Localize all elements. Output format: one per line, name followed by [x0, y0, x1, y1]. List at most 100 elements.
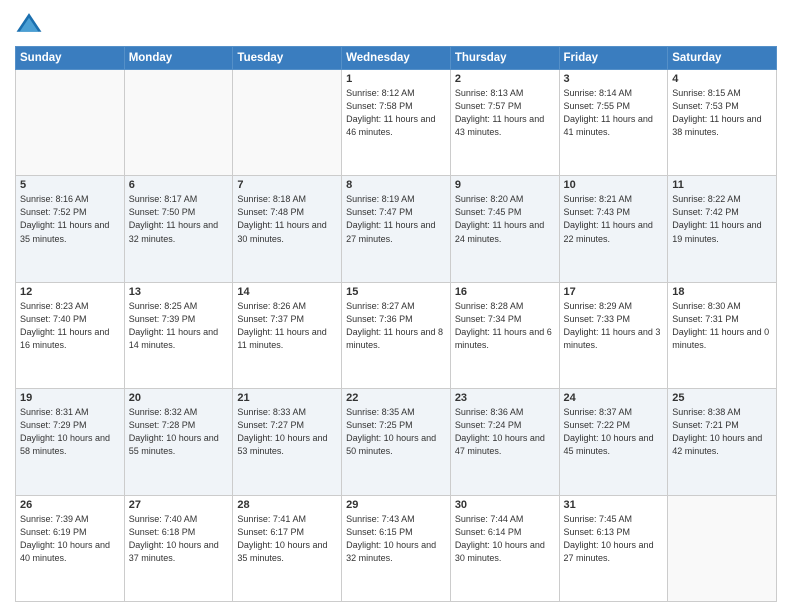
calendar-cell: 21 Sunrise: 8:33 AM Sunset: 7:27 PM Dayli…: [233, 389, 342, 495]
day-info: Sunrise: 8:38 AM Sunset: 7:21 PM Dayligh…: [672, 406, 772, 458]
calendar-week-row: 12 Sunrise: 8:23 AM Sunset: 7:40 PM Dayli…: [16, 282, 777, 388]
calendar-cell: [16, 70, 125, 176]
calendar-cell: 16 Sunrise: 8:28 AM Sunset: 7:34 PM Dayli…: [450, 282, 559, 388]
day-number: 15: [346, 286, 446, 298]
calendar-cell: 9Sunrise: 8:20 AM Sunset: 7:45 PM Daylig…: [450, 176, 559, 282]
day-number: 23: [455, 392, 555, 404]
day-info: Sunrise: 8:26 AM Sunset: 7:37 PM Dayligh…: [237, 300, 337, 352]
calendar-cell: 10Sunrise: 8:21 AM Sunset: 7:43 PM Dayli…: [559, 176, 668, 282]
day-info: Sunrise: 8:21 AM Sunset: 7:43 PM Dayligh…: [564, 193, 664, 245]
calendar-cell: 25 Sunrise: 8:38 AM Sunset: 7:21 PM Dayli…: [668, 389, 777, 495]
day-info: Sunrise: 8:35 AM Sunset: 7:25 PM Dayligh…: [346, 406, 446, 458]
col-header-wednesday: Wednesday: [342, 47, 451, 70]
day-number: 22: [346, 392, 446, 404]
calendar-cell: 31 Sunrise: 7:45 AM Sunset: 6:13 PM Dayli…: [559, 495, 668, 601]
day-info: Sunrise: 8:36 AM Sunset: 7:24 PM Dayligh…: [455, 406, 555, 458]
calendar-week-row: 19Sunrise: 8:31 AM Sunset: 7:29 PM Dayli…: [16, 389, 777, 495]
day-number: 14: [237, 286, 337, 298]
day-info: Sunrise: 8:25 AM Sunset: 7:39 PM Dayligh…: [129, 300, 229, 352]
calendar-cell: 23 Sunrise: 8:36 AM Sunset: 7:24 PM Dayli…: [450, 389, 559, 495]
day-number: 24: [564, 392, 664, 404]
header: [15, 10, 777, 38]
calendar-cell: 15 Sunrise: 8:27 AM Sunset: 7:36 PM Dayli…: [342, 282, 451, 388]
day-number: 30: [455, 499, 555, 511]
calendar-cell: 22 Sunrise: 8:35 AM Sunset: 7:25 PM Dayli…: [342, 389, 451, 495]
calendar-cell: [668, 495, 777, 601]
day-info: Sunrise: 7:41 AM Sunset: 6:17 PM Dayligh…: [237, 513, 337, 565]
logo: [15, 10, 47, 38]
calendar-cell: 3 Sunrise: 8:14 AM Sunset: 7:55 PM Daylig…: [559, 70, 668, 176]
day-info: Sunrise: 8:16 AM Sunset: 7:52 PM Dayligh…: [20, 193, 120, 245]
calendar-cell: 20 Sunrise: 8:32 AM Sunset: 7:28 PM Dayli…: [124, 389, 233, 495]
calendar-cell: 2 Sunrise: 8:13 AM Sunset: 7:57 PM Daylig…: [450, 70, 559, 176]
col-header-thursday: Thursday: [450, 47, 559, 70]
day-info: Sunrise: 8:23 AM Sunset: 7:40 PM Dayligh…: [20, 300, 120, 352]
calendar-cell: 19Sunrise: 8:31 AM Sunset: 7:29 PM Dayli…: [16, 389, 125, 495]
calendar-cell: 14 Sunrise: 8:26 AM Sunset: 7:37 PM Dayli…: [233, 282, 342, 388]
calendar-cell: 28 Sunrise: 7:41 AM Sunset: 6:17 PM Dayli…: [233, 495, 342, 601]
day-number: 16: [455, 286, 555, 298]
day-info: Sunrise: 8:15 AM Sunset: 7:53 PM Dayligh…: [672, 87, 772, 139]
col-header-tuesday: Tuesday: [233, 47, 342, 70]
day-info: Sunrise: 7:40 AM Sunset: 6:18 PM Dayligh…: [129, 513, 229, 565]
day-number: 3: [564, 73, 664, 85]
calendar-cell: 18 Sunrise: 8:30 AM Sunset: 7:31 PM Dayli…: [668, 282, 777, 388]
day-info: Sunrise: 8:33 AM Sunset: 7:27 PM Dayligh…: [237, 406, 337, 458]
day-number: 20: [129, 392, 229, 404]
day-number: 9: [455, 179, 555, 191]
calendar-cell: 6Sunrise: 8:17 AM Sunset: 7:50 PM Daylig…: [124, 176, 233, 282]
col-header-saturday: Saturday: [668, 47, 777, 70]
day-info: Sunrise: 7:43 AM Sunset: 6:15 PM Dayligh…: [346, 513, 446, 565]
day-info: Sunrise: 8:18 AM Sunset: 7:48 PM Dayligh…: [237, 193, 337, 245]
day-info: Sunrise: 8:28 AM Sunset: 7:34 PM Dayligh…: [455, 300, 555, 352]
day-number: 8: [346, 179, 446, 191]
day-number: 13: [129, 286, 229, 298]
day-number: 29: [346, 499, 446, 511]
day-number: 12: [20, 286, 120, 298]
logo-icon: [15, 10, 43, 38]
col-header-friday: Friday: [559, 47, 668, 70]
day-number: 18: [672, 286, 772, 298]
day-number: 17: [564, 286, 664, 298]
calendar-cell: 11 Sunrise: 8:22 AM Sunset: 7:42 PM Dayli…: [668, 176, 777, 282]
calendar-cell: 30 Sunrise: 7:44 AM Sunset: 6:14 PM Dayli…: [450, 495, 559, 601]
calendar-cell: 29 Sunrise: 7:43 AM Sunset: 6:15 PM Dayli…: [342, 495, 451, 601]
day-info: Sunrise: 8:19 AM Sunset: 7:47 PM Dayligh…: [346, 193, 446, 245]
day-number: 28: [237, 499, 337, 511]
calendar-week-row: 26 Sunrise: 7:39 AM Sunset: 6:19 PM Dayli…: [16, 495, 777, 601]
calendar-cell: 5Sunrise: 8:16 AM Sunset: 7:52 PM Daylig…: [16, 176, 125, 282]
day-info: Sunrise: 7:39 AM Sunset: 6:19 PM Dayligh…: [20, 513, 120, 565]
day-number: 2: [455, 73, 555, 85]
day-number: 25: [672, 392, 772, 404]
day-number: 7: [237, 179, 337, 191]
calendar-cell: 17Sunrise: 8:29 AM Sunset: 7:33 PM Dayli…: [559, 282, 668, 388]
col-header-monday: Monday: [124, 47, 233, 70]
day-number: 4: [672, 73, 772, 85]
calendar-week-row: 1Sunrise: 8:12 AM Sunset: 7:58 PM Daylig…: [16, 70, 777, 176]
calendar-cell: 26 Sunrise: 7:39 AM Sunset: 6:19 PM Dayli…: [16, 495, 125, 601]
day-info: Sunrise: 8:31 AM Sunset: 7:29 PM Dayligh…: [20, 406, 120, 458]
day-number: 11: [672, 179, 772, 191]
day-number: 1: [346, 73, 446, 85]
page: SundayMondayTuesdayWednesdayThursdayFrid…: [0, 0, 792, 612]
day-info: Sunrise: 8:32 AM Sunset: 7:28 PM Dayligh…: [129, 406, 229, 458]
calendar-header-row: SundayMondayTuesdayWednesdayThursdayFrid…: [16, 47, 777, 70]
day-info: Sunrise: 8:13 AM Sunset: 7:57 PM Dayligh…: [455, 87, 555, 139]
day-number: 21: [237, 392, 337, 404]
day-info: Sunrise: 7:44 AM Sunset: 6:14 PM Dayligh…: [455, 513, 555, 565]
calendar-cell: 27Sunrise: 7:40 AM Sunset: 6:18 PM Dayli…: [124, 495, 233, 601]
day-info: Sunrise: 8:37 AM Sunset: 7:22 PM Dayligh…: [564, 406, 664, 458]
day-number: 31: [564, 499, 664, 511]
day-number: 26: [20, 499, 120, 511]
calendar-cell: 13 Sunrise: 8:25 AM Sunset: 7:39 PM Dayli…: [124, 282, 233, 388]
calendar-cell: 1Sunrise: 8:12 AM Sunset: 7:58 PM Daylig…: [342, 70, 451, 176]
day-info: Sunrise: 8:22 AM Sunset: 7:42 PM Dayligh…: [672, 193, 772, 245]
day-info: Sunrise: 8:27 AM Sunset: 7:36 PM Dayligh…: [346, 300, 446, 352]
day-info: Sunrise: 7:45 AM Sunset: 6:13 PM Dayligh…: [564, 513, 664, 565]
col-header-sunday: Sunday: [16, 47, 125, 70]
calendar-cell: 12 Sunrise: 8:23 AM Sunset: 7:40 PM Dayli…: [16, 282, 125, 388]
day-info: Sunrise: 8:30 AM Sunset: 7:31 PM Dayligh…: [672, 300, 772, 352]
calendar-cell: 24 Sunrise: 8:37 AM Sunset: 7:22 PM Dayli…: [559, 389, 668, 495]
day-number: 6: [129, 179, 229, 191]
day-info: Sunrise: 8:14 AM Sunset: 7:55 PM Dayligh…: [564, 87, 664, 139]
